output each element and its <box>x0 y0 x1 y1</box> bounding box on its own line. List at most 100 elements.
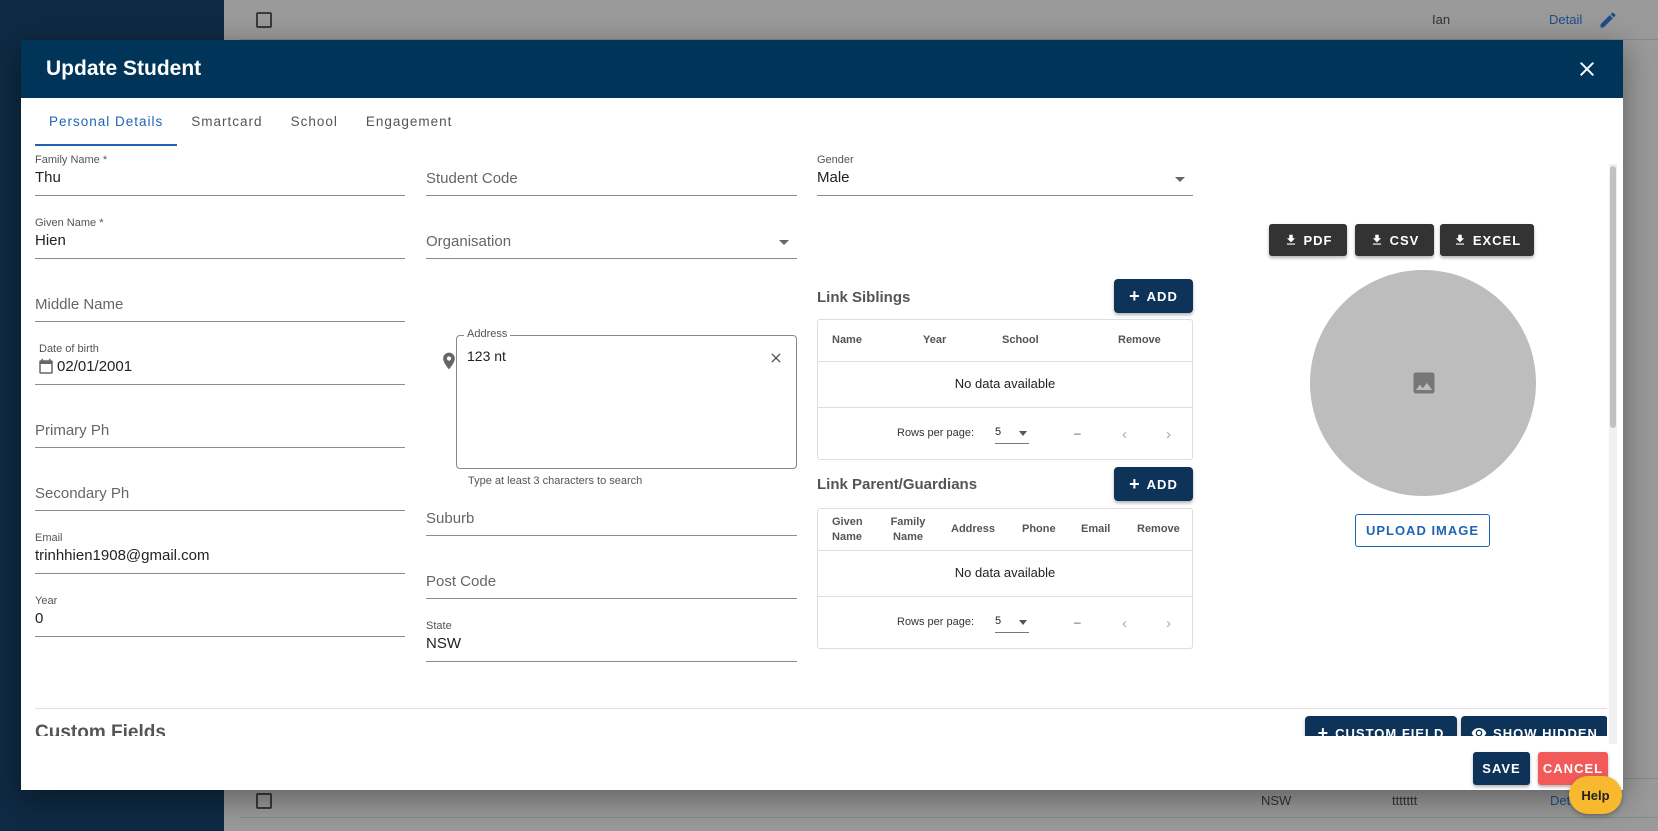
export-csv-button[interactable]: CSV <box>1355 224 1434 256</box>
row-cell: ttttttt <box>1392 793 1418 808</box>
help-button[interactable]: Help <box>1569 776 1622 814</box>
student-code-field[interactable]: Student Code <box>426 146 797 196</box>
rows-per-page-value: 5 <box>995 615 1002 627</box>
field-value: Thu <box>35 169 61 186</box>
state-field[interactable]: State NSW <box>426 612 797 662</box>
upload-image-button[interactable]: UPLOAD IMAGE <box>1355 514 1490 547</box>
row-cell: NSW <box>1261 793 1292 808</box>
post-code-field[interactable]: Post Code <box>426 549 797 599</box>
column-header: Year <box>923 334 947 346</box>
gender-select[interactable]: Gender Male <box>817 146 1193 196</box>
field-value: 123 nt <box>467 348 506 364</box>
update-student-dialog: Update Student Personal Details Smartcar… <box>21 40 1623 790</box>
year-field[interactable]: Year 0 <box>35 587 405 637</box>
close-icon[interactable] <box>1575 57 1599 81</box>
field-value: Male <box>817 169 850 186</box>
save-button[interactable]: SAVE <box>1473 752 1530 785</box>
field-placeholder: Primary Ph <box>35 422 110 439</box>
field-label: Gender <box>817 154 854 166</box>
field-label: Email <box>35 532 63 544</box>
field-label: Given Name * <box>35 217 104 229</box>
add-sibling-button[interactable]: + ADD <box>1114 279 1193 313</box>
field-value: 02/01/2001 <box>57 358 133 375</box>
field-placeholder: Middle Name <box>35 296 124 313</box>
primary-phone-field[interactable]: Primary Ph <box>35 398 405 448</box>
field-label: Address <box>464 328 511 340</box>
column-header: Address <box>951 523 996 535</box>
date-of-birth-field[interactable]: Date of birth 02/01/2001 <box>35 335 405 385</box>
rows-per-page-label: Rows per page: <box>897 427 975 439</box>
chevron-right-icon[interactable]: › <box>1166 426 1171 443</box>
dialog-header: Update Student <box>21 40 1623 98</box>
button-label: ADD <box>1146 476 1178 492</box>
guardians-table: Given Name Family Name Address Phone Ema… <box>817 508 1193 649</box>
table-pagination: Rows per page: 5 – ‹ › <box>818 407 1192 459</box>
tab-engagement[interactable]: Engagement <box>352 98 467 146</box>
show-hidden-button[interactable]: SHOW HIDDEN <box>1461 716 1607 736</box>
calendar-icon[interactable] <box>37 358 55 376</box>
clear-icon[interactable] <box>768 350 784 366</box>
column-header: Family Name <box>890 516 926 543</box>
rows-per-page-label: Rows per page: <box>897 616 975 628</box>
empty-message: No data available <box>954 376 1056 391</box>
custom-fields-title: Custom Fields <box>35 722 166 736</box>
row-checkbox[interactable] <box>256 793 272 809</box>
add-guardian-button[interactable]: + ADD <box>1114 467 1193 501</box>
tab-school[interactable]: School <box>277 98 352 146</box>
dialog-content: Family Name * Thu Given Name * Hien Midd… <box>21 146 1607 736</box>
suburb-field[interactable]: Suburb <box>426 486 797 536</box>
chevron-right-icon[interactable]: › <box>1166 615 1171 632</box>
address-input[interactable]: Address 123 nt <box>456 328 797 469</box>
siblings-table: Name Year School Remove No data availabl… <box>817 319 1193 460</box>
button-label: ADD <box>1146 288 1178 304</box>
button-label: EXCEL <box>1472 232 1522 248</box>
rows-per-page-select[interactable]: 5 <box>995 615 1029 633</box>
download-icon <box>1372 234 1381 245</box>
field-label: Year <box>35 595 58 607</box>
row-checkbox[interactable] <box>256 12 272 28</box>
button-label: SHOW HIDDEN <box>1493 725 1598 737</box>
field-placeholder: Post Code <box>426 573 497 590</box>
field-label: Date of birth <box>39 343 99 355</box>
page-range: – <box>1074 615 1081 629</box>
rows-per-page-select[interactable]: 5 <box>995 426 1029 444</box>
family-name-field[interactable]: Family Name * Thu <box>35 146 405 196</box>
field-placeholder: Student Code <box>426 170 518 187</box>
rows-per-page-value: 5 <box>995 426 1002 438</box>
email-field[interactable]: Email trinhhien1908@gmail.com <box>35 524 405 574</box>
table-pagination: Rows per page: 5 – ‹ › <box>818 596 1192 648</box>
column-header: Remove <box>1137 523 1180 535</box>
tab-smartcard[interactable]: Smartcard <box>177 98 276 146</box>
field-value: Hien <box>35 232 66 249</box>
chevron-left-icon[interactable]: ‹ <box>1122 615 1127 632</box>
column-header: Given Name <box>832 516 863 543</box>
table-header: Given Name Family Name Address Phone Ema… <box>818 509 1192 551</box>
scrollbar[interactable] <box>1609 164 1617 744</box>
table-header: Name Year School Remove <box>818 320 1192 362</box>
column-header: Name <box>832 334 862 346</box>
export-pdf-button[interactable]: PDF <box>1269 224 1347 256</box>
image-icon <box>1413 372 1435 394</box>
add-custom-field-button[interactable]: + CUSTOM FIELD <box>1305 716 1457 736</box>
secondary-phone-field[interactable]: Secondary Ph <box>35 461 405 511</box>
page-range: – <box>1074 426 1081 440</box>
detail-link[interactable]: Det <box>1550 793 1570 808</box>
plus-icon: + <box>1129 286 1141 306</box>
given-name-field[interactable]: Given Name * Hien <box>35 209 405 259</box>
middle-name-field[interactable]: Middle Name <box>35 272 405 322</box>
detail-link[interactable]: Detail <box>1549 12 1582 27</box>
plus-icon: + <box>1129 474 1141 494</box>
tab-personal-details[interactable]: Personal Details <box>35 98 178 146</box>
chevron-left-icon[interactable]: ‹ <box>1122 426 1127 443</box>
field-value: trinhhien1908@gmail.com <box>35 547 210 564</box>
tab-bar: Personal Details Smartcard School Engage… <box>21 98 1623 146</box>
scrollbar-thumb[interactable] <box>1610 166 1616 428</box>
link-guardians-title: Link Parent/Guardians <box>817 476 978 493</box>
button-label: CUSTOM FIELD <box>1335 725 1445 737</box>
pencil-icon[interactable] <box>1598 10 1618 30</box>
export-excel-button[interactable]: EXCEL <box>1440 224 1534 256</box>
organisation-select[interactable]: Organisation <box>426 209 797 259</box>
field-placeholder: Secondary Ph <box>35 485 130 502</box>
column-header: Email <box>1081 523 1111 535</box>
empty-message: No data available <box>954 565 1056 580</box>
